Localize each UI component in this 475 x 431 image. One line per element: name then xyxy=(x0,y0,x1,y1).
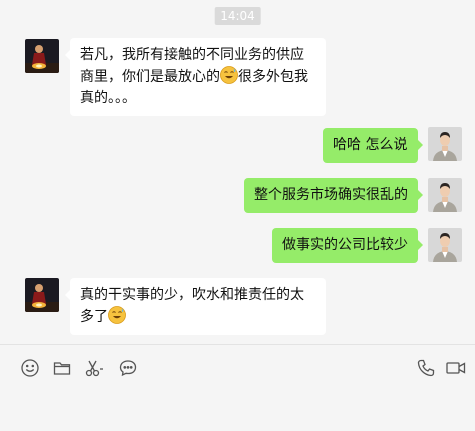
contact-avatar[interactable] xyxy=(25,39,59,73)
chat-history[interactable]: 14:04 若凡，我所有接触的不同业务的供应商里，你们是最放心的 很多外包我真的。… xyxy=(0,0,475,344)
self-avatar[interactable] xyxy=(428,178,462,212)
scissors-icon[interactable] xyxy=(84,357,106,379)
message-bubble[interactable]: 整个服务市场确实很乱的 xyxy=(244,178,423,213)
self-avatar[interactable] xyxy=(428,127,462,161)
message-bubble[interactable]: 若凡，我所有接触的不同业务的供应商里，你们是最放心的 很多外包我真的。。。 xyxy=(65,38,326,116)
smiley-icon[interactable] xyxy=(19,357,41,379)
contact-avatar[interactable] xyxy=(25,278,59,312)
input-toolbar xyxy=(0,345,475,431)
message-text: 做事实的公司比较少 xyxy=(282,237,408,253)
message-text: 哈哈 怎么说 xyxy=(333,137,408,153)
sweat-smile-emoji xyxy=(108,306,126,324)
self-avatar[interactable] xyxy=(428,228,462,262)
timestamp: 14:04 xyxy=(214,7,261,25)
phone-icon[interactable] xyxy=(415,357,437,379)
message-bubble[interactable]: 真的干实事的少，吹水和推责任的太多了 xyxy=(65,278,326,335)
video-camera-icon[interactable] xyxy=(445,357,467,379)
message-text: 整个服务市场确实很乱的 xyxy=(254,187,408,203)
sweat-smile-emoji xyxy=(220,66,238,84)
message-bubble[interactable]: 做事实的公司比较少 xyxy=(272,228,423,263)
message-bubble[interactable]: 哈哈 怎么说 xyxy=(323,128,423,163)
folder-icon[interactable] xyxy=(51,357,73,379)
chat-bubble-icon[interactable] xyxy=(117,357,139,379)
